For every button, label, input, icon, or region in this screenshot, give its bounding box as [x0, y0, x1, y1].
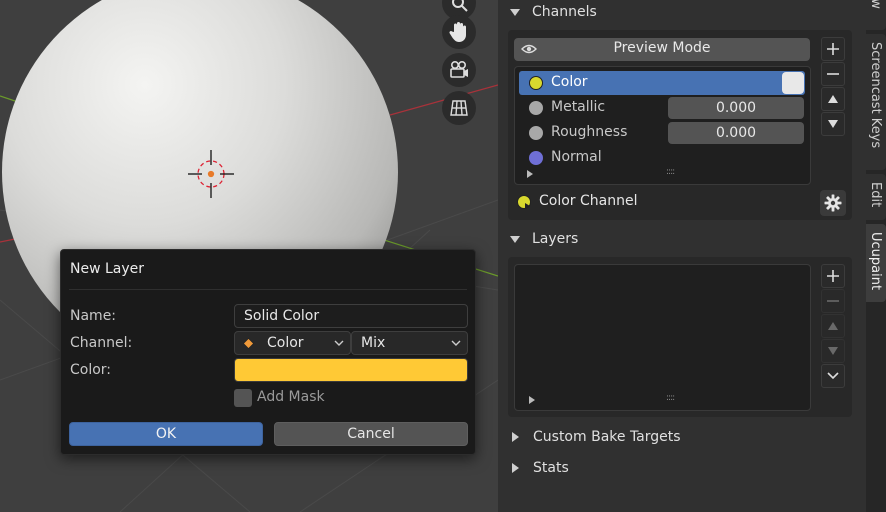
channel-row-color[interactable]: Color — [519, 71, 805, 95]
custom-bake-targets-header[interactable]: Custom Bake Targets — [510, 429, 681, 445]
channel-label: Color — [551, 74, 588, 90]
list-resize-grip-icon[interactable]: :::: — [666, 167, 675, 177]
dialog-divider — [69, 289, 467, 290]
channel-dot-icon — [529, 151, 543, 165]
preview-mode-label: Preview Mode — [613, 40, 711, 56]
ortho-grid-icon[interactable] — [442, 91, 476, 125]
add-layer-button[interactable] — [821, 264, 845, 288]
custom-bake-targets-label: Custom Bake Targets — [533, 429, 681, 445]
channel-dot-icon — [529, 126, 543, 140]
channel-row-metallic[interactable]: Metallic 0.000 — [519, 96, 805, 120]
plus-icon — [827, 43, 839, 55]
tab-ucupaint[interactable]: Ucupaint — [866, 224, 886, 302]
list-expand-icon[interactable] — [529, 396, 535, 404]
channel-label: Roughness — [551, 124, 628, 140]
add-mask-label: Add Mask — [257, 389, 325, 405]
channel-color-swatch[interactable] — [782, 72, 804, 94]
stats-label: Stats — [533, 460, 569, 476]
triangle-down-icon — [828, 120, 838, 128]
collapse-triangle-icon — [510, 235, 520, 243]
channel-label: Channel: — [70, 335, 133, 351]
channel-dot-icon — [529, 101, 543, 115]
chevron-down-icon — [451, 332, 461, 361]
active-channel-icon — [516, 194, 532, 210]
cancel-button[interactable]: Cancel — [274, 422, 468, 446]
camera-view-icon[interactable] — [442, 53, 476, 87]
blend-mode-select[interactable]: Mix — [351, 331, 468, 355]
plus-icon — [827, 270, 839, 282]
channel-label: Metallic — [551, 99, 606, 115]
ok-button-label: OK — [155, 426, 177, 442]
blend-mode-value: Mix — [361, 335, 386, 351]
channel-select[interactable]: Color — [234, 331, 351, 355]
channel-dot-icon — [529, 76, 543, 90]
channel-diamond-icon — [243, 338, 254, 349]
layer-menu-button[interactable] — [821, 364, 845, 388]
remove-channel-button[interactable] — [821, 62, 845, 86]
channel-label: Normal — [551, 149, 602, 165]
preview-mode-button[interactable]: Preview Mode — [514, 38, 810, 61]
move-layer-up-button[interactable] — [821, 314, 845, 338]
sidebar-panel: Channels Preview Mode Color Metallic 0.0… — [498, 0, 866, 512]
roughness-value-field[interactable]: 0.000 — [668, 122, 804, 144]
move-channel-up-button[interactable] — [821, 87, 845, 111]
layers-header-label: Layers — [532, 231, 579, 247]
active-channel-label: Color Channel — [539, 193, 638, 209]
list-resize-grip-icon[interactable]: :::: — [666, 393, 675, 403]
tab-edit[interactable]: Edit — [866, 174, 886, 220]
collapse-triangle-icon — [510, 8, 520, 16]
tab-view[interactable]: View — [866, 0, 886, 30]
ok-button[interactable]: OK — [69, 422, 263, 446]
channels-header-label: Channels — [532, 4, 597, 20]
tab-edit-label: Edit — [868, 182, 883, 208]
layer-color-swatch[interactable] — [234, 358, 468, 382]
new-layer-dialog: New Layer Name: Solid Color Channel: Col… — [60, 249, 476, 455]
stats-header[interactable]: Stats — [510, 460, 569, 476]
channel-list: Color Metallic 0.000 Roughness 0.000 Nor… — [514, 66, 811, 185]
blender-window: New Layer Name: Solid Color Channel: Col… — [0, 0, 886, 512]
triangle-up-icon — [828, 95, 838, 103]
layer-name-field[interactable]: Solid Color — [234, 304, 468, 328]
triangle-up-icon — [828, 322, 838, 330]
minus-icon — [827, 73, 839, 75]
add-mask-checkbox[interactable] — [234, 389, 252, 407]
hand-pan-icon[interactable] — [442, 15, 476, 49]
move-layer-down-button[interactable] — [821, 339, 845, 363]
cancel-button-label: Cancel — [347, 426, 395, 442]
list-expand-icon[interactable] — [527, 170, 533, 178]
tab-screencast-keys[interactable]: Screencast Keys — [866, 34, 886, 170]
dialog-title: New Layer — [70, 261, 145, 277]
remove-layer-button[interactable] — [821, 289, 845, 313]
move-channel-down-button[interactable] — [821, 112, 845, 136]
sidebar-tab-strip: View Screencast Keys Edit Ucupaint — [866, 0, 886, 512]
metallic-value-field[interactable]: 0.000 — [668, 97, 804, 119]
chevron-down-icon — [827, 372, 839, 380]
expand-triangle-icon — [512, 463, 519, 473]
channel-select-value: Color — [267, 335, 304, 351]
channel-row-normal[interactable]: Normal — [519, 146, 805, 170]
channel-row-roughness[interactable]: Roughness 0.000 — [519, 121, 805, 145]
minus-icon — [827, 300, 839, 302]
channel-settings-button[interactable] — [820, 190, 846, 216]
layer-list[interactable]: :::: — [514, 264, 811, 411]
chevron-down-icon — [334, 332, 344, 361]
name-label: Name: — [70, 308, 117, 324]
color-label: Color: — [70, 362, 112, 378]
layers-section-header[interactable]: Layers — [510, 231, 578, 247]
triangle-down-icon — [828, 347, 838, 355]
gear-icon — [824, 194, 842, 212]
expand-triangle-icon — [512, 432, 519, 442]
tab-view-label: View — [868, 0, 883, 9]
channels-section-header[interactable]: Channels — [510, 4, 597, 20]
tab-ucupaint-label: Ucupaint — [868, 232, 883, 291]
tab-screencast-keys-label: Screencast Keys — [868, 42, 883, 149]
add-channel-button[interactable] — [821, 37, 845, 61]
